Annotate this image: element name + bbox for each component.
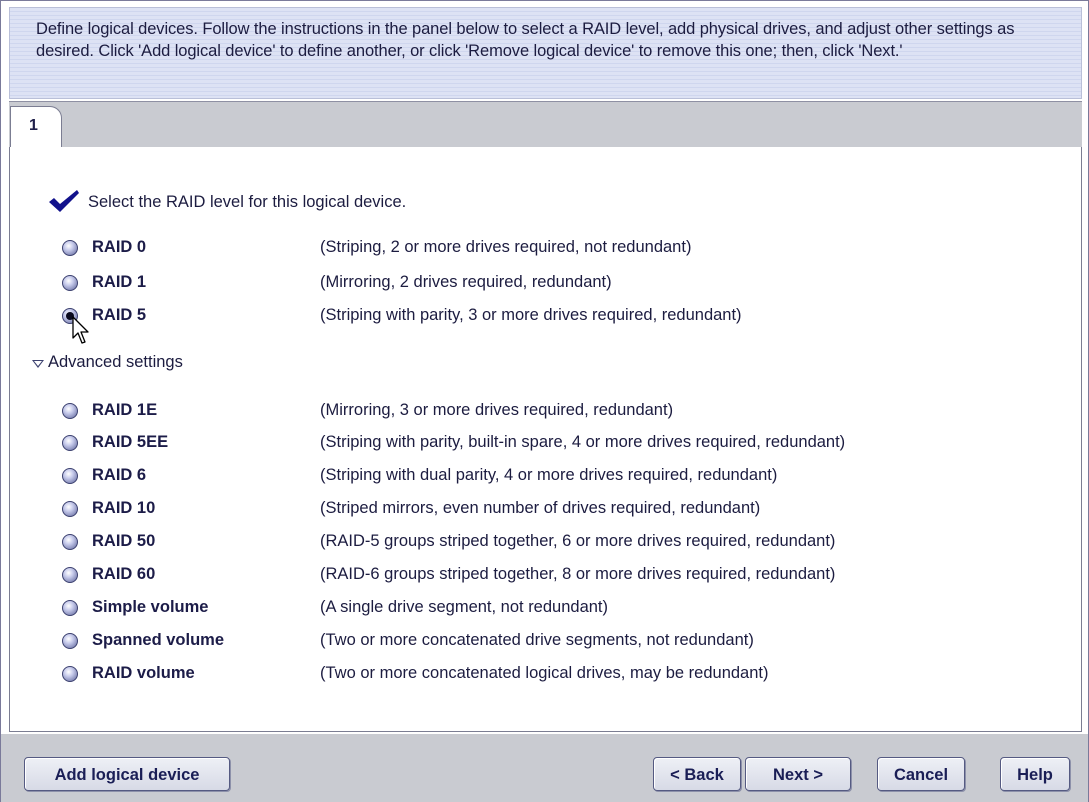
raid-level-panel: Select the RAID level for this logical d… [9,147,1082,732]
tab-strip: 1 [9,101,1082,148]
instructions-banner: Define logical devices. Follow the instr… [9,7,1082,99]
radio-button[interactable] [62,666,78,682]
raid-option-description: (RAID-5 groups striped together, 6 or mo… [320,532,836,550]
radio-button[interactable] [62,633,78,649]
cancel-button[interactable]: Cancel [877,757,965,791]
prompt-text: Select the RAID level for this logical d… [88,193,407,211]
radio-button[interactable] [62,468,78,484]
add-logical-device-button[interactable]: Add logical device [24,757,230,791]
raid-option-raid-1e[interactable]: RAID 1E (Mirroring, 3 or more drives req… [62,399,1062,423]
raid-option-label: RAID volume [92,664,195,682]
raid-option-description: (RAID-6 groups striped together, 8 or mo… [320,565,836,583]
raid-option-raid-5ee[interactable]: RAID 5EE (Striping with parity, built-in… [62,431,1062,455]
raid-option-description: (Mirroring, 3 or more drives required, r… [320,401,674,419]
radio-button[interactable] [62,435,78,451]
radio-button[interactable] [62,567,78,583]
raid-option-label: RAID 6 [92,466,147,484]
raid-option-label: Spanned volume [92,631,225,649]
raid-option-label: RAID 50 [92,532,156,550]
raid-option-description: (Striping with dual parity, 4 or more dr… [320,466,778,484]
next-button[interactable]: Next > [745,757,851,791]
wizard-footer: Add logical device < Back Next > Cancel … [1,734,1088,802]
raid-option-spanned-volume[interactable]: Spanned volume (Two or more concatenated… [62,629,1062,653]
tab-logical-device-1[interactable]: 1 [10,106,62,148]
raid-option-description: (Mirroring, 2 drives required, redundant… [320,273,612,291]
raid-option-label: RAID 0 [92,238,147,256]
radio-button[interactable] [62,534,78,550]
tab-label: 1 [29,117,38,134]
raid-option-label: RAID 1 [92,273,147,291]
raid-option-label: RAID 5EE [92,433,169,451]
raid-option-description: (Two or more concatenated logical drives… [320,664,769,682]
raid-option-raid-0[interactable]: RAID 0 (Striping, 2 or more drives requi… [62,236,1062,260]
raid-option-description: (Striping, 2 or more drives required, no… [320,238,692,256]
raid-option-description: (Striping with parity, 3 or more drives … [320,306,742,324]
radio-button[interactable] [62,403,78,419]
radio-button[interactable] [62,501,78,517]
raid-option-label: RAID 10 [92,499,156,517]
back-button[interactable]: < Back [653,757,741,791]
raid-option-raid-10[interactable]: RAID 10 (Striped mirrors, even number of… [62,497,1062,521]
raid-option-raid-volume[interactable]: RAID volume (Two or more concatenated lo… [62,662,1062,686]
advanced-settings-label: Advanced settings [48,353,183,371]
raid-option-label: Simple volume [92,598,209,616]
raid-option-raid-6[interactable]: RAID 6 (Striping with dual parity, 4 or … [62,464,1062,488]
raid-option-description: (Striped mirrors, even number of drives … [320,499,761,517]
instructions-text: Define logical devices. Follow the instr… [36,20,1015,60]
triangle-down-icon [32,360,44,368]
mouse-pointer-icon [72,316,89,344]
raid-option-label: RAID 1E [92,401,158,419]
raid-option-raid-5[interactable]: RAID 5 (Striping with parity, 3 or more … [62,304,1062,328]
radio-button[interactable] [62,275,78,291]
wizard-window: Define logical devices. Follow the instr… [0,0,1089,802]
help-button[interactable]: Help [1000,757,1070,791]
raid-option-simple-volume[interactable]: Simple volume (A single drive segment, n… [62,596,1062,620]
raid-option-raid-60[interactable]: RAID 60 (RAID-6 groups striped together,… [62,563,1062,587]
raid-option-raid-50[interactable]: RAID 50 (RAID-5 groups striped together,… [62,530,1062,554]
raid-option-description: (Two or more concatenated drive segments… [320,631,754,649]
radio-button[interactable] [62,240,78,256]
raid-option-description: (Striping with parity, built-in spare, 4… [320,433,846,451]
checkmark-icon [49,190,79,212]
raid-option-raid-1[interactable]: RAID 1 (Mirroring, 2 drives required, re… [62,271,1062,295]
raid-option-description: (A single drive segment, not redundant) [320,598,609,616]
raid-option-label: RAID 60 [92,565,156,583]
radio-button[interactable] [62,600,78,616]
raid-option-label: RAID 5 [92,306,147,324]
